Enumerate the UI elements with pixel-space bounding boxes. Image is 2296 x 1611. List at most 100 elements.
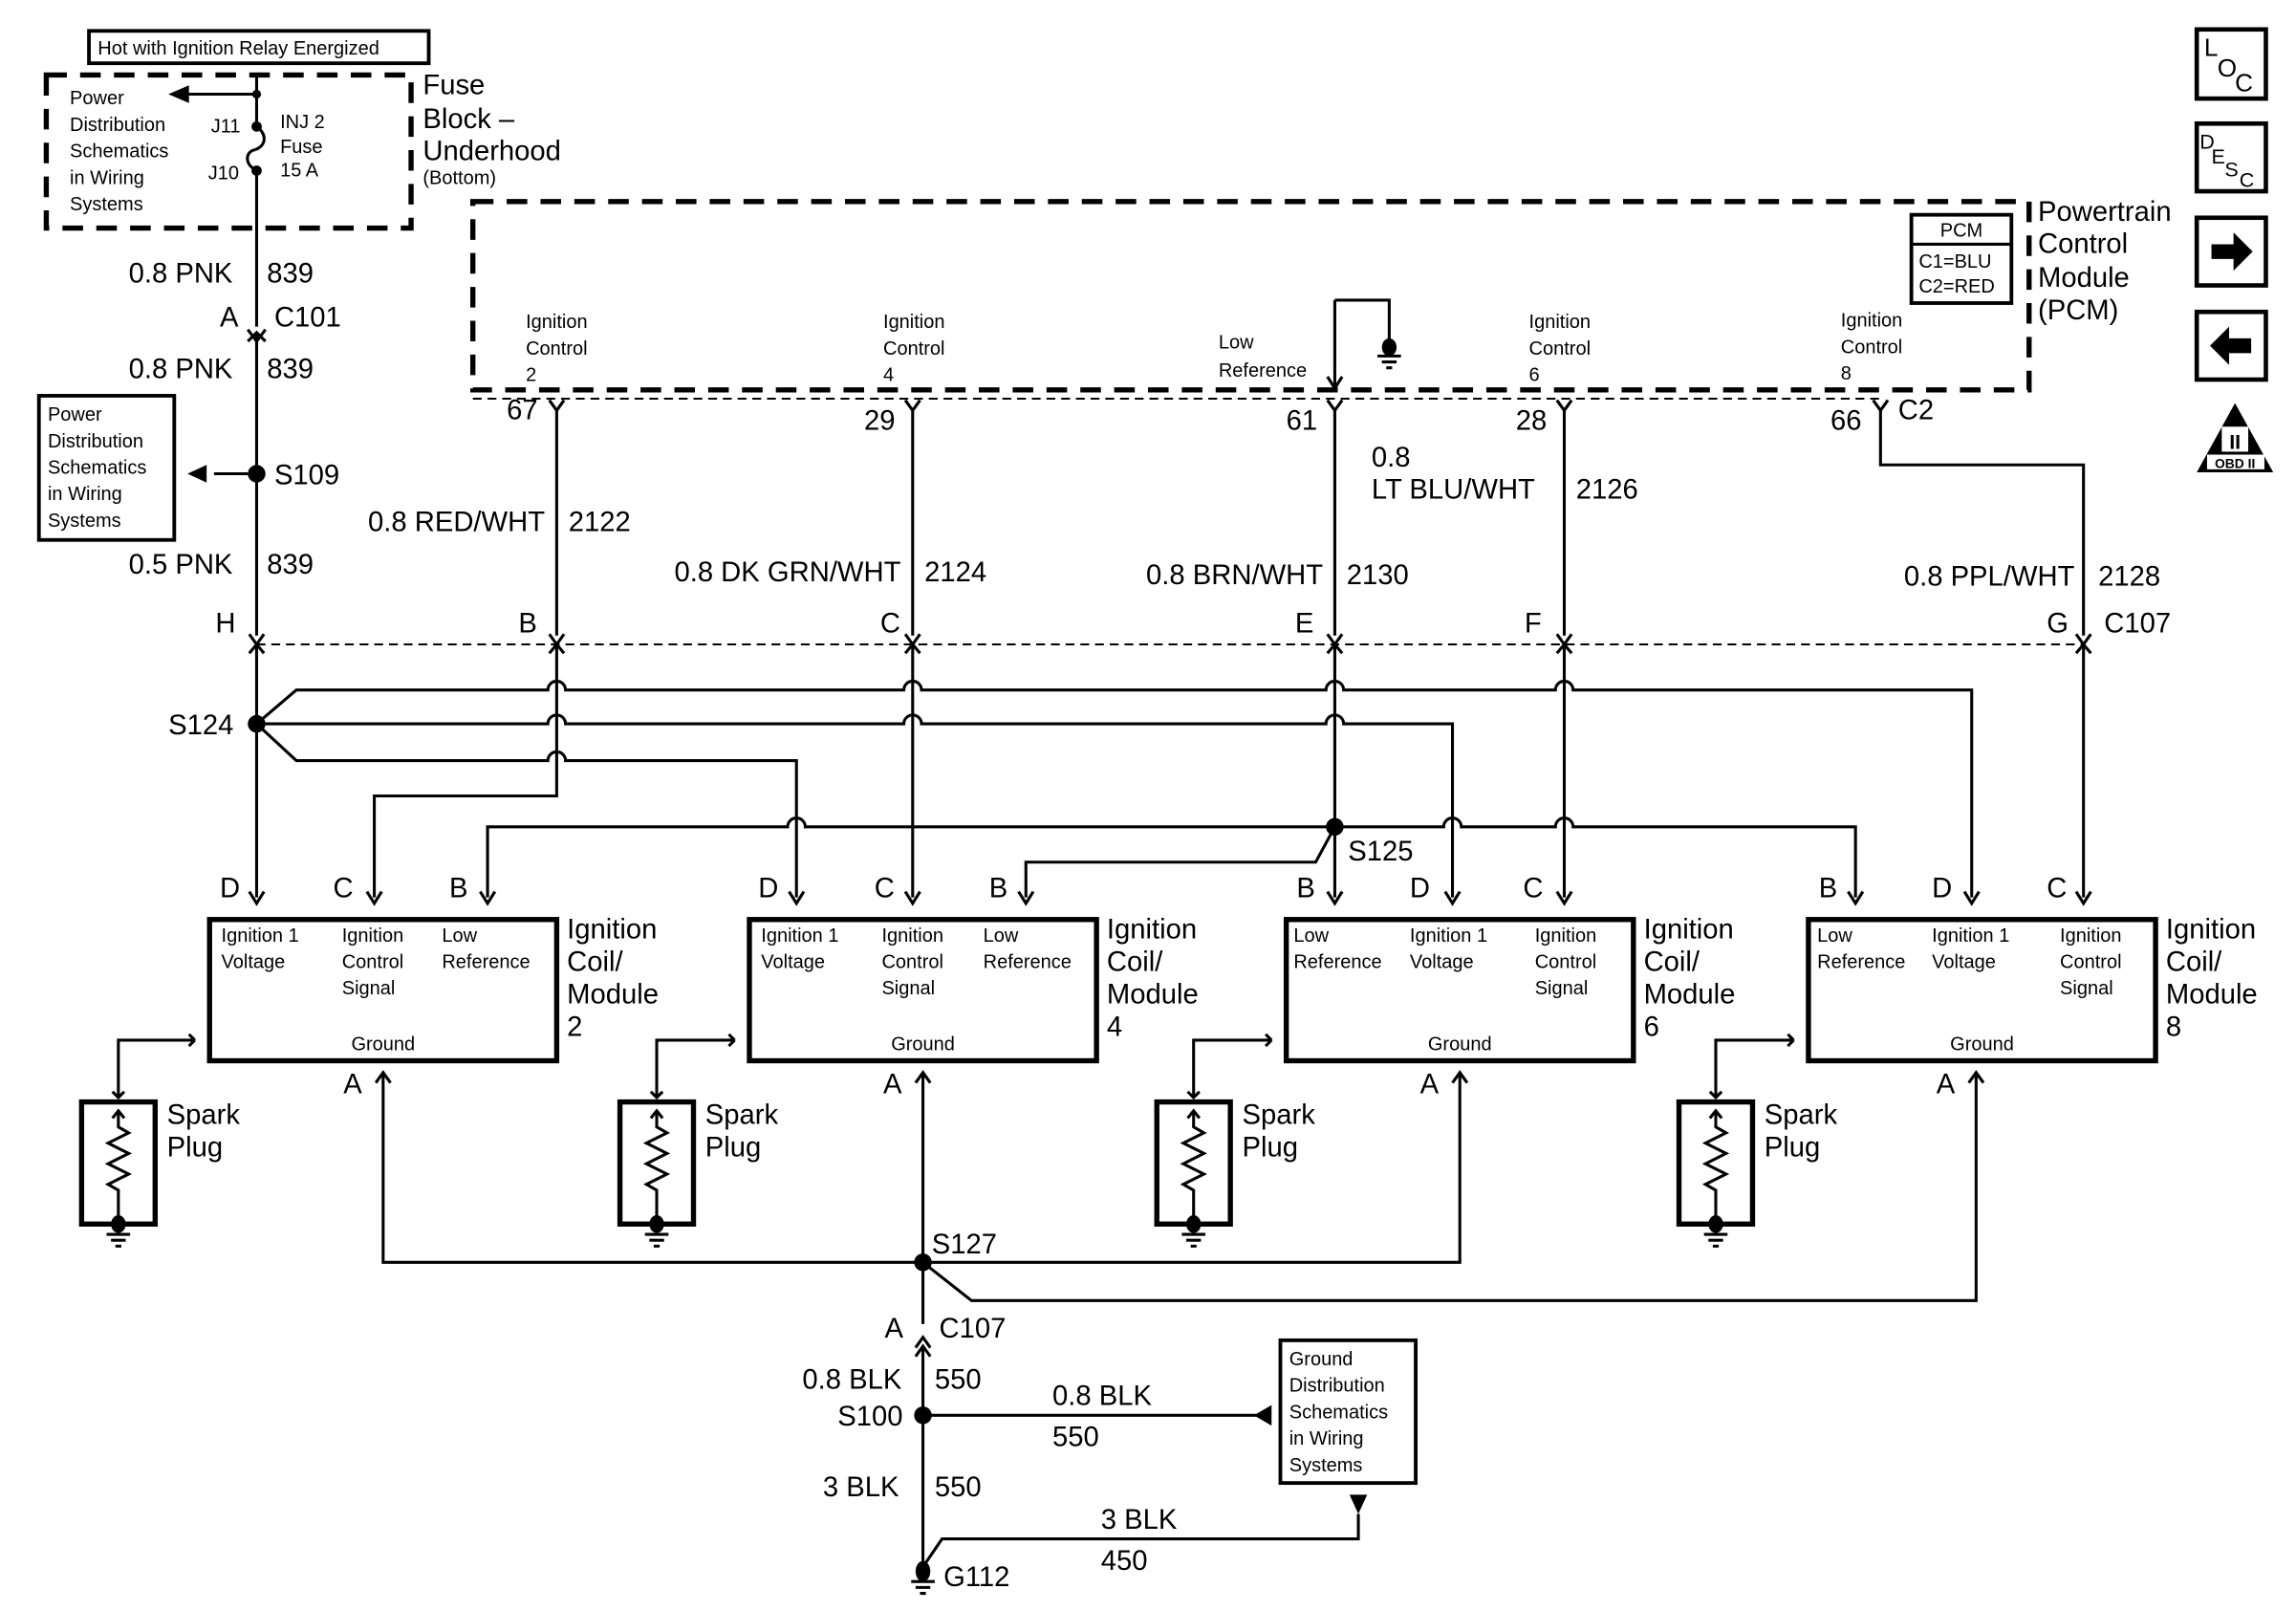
- connector-pin: B: [1296, 874, 1315, 904]
- power-dist-link-3[interactable]: Schematics: [48, 457, 146, 478]
- wire-color-label: 0.5 PNK: [129, 550, 233, 580]
- pcm-title-3: Module: [2038, 263, 2130, 294]
- fuse-block-title-2: Block –: [422, 104, 515, 135]
- coil-module-title: Module: [567, 979, 659, 1010]
- ground-icon: [1703, 1232, 1728, 1248]
- j10-label: J10: [208, 163, 239, 185]
- coil-pin-label: Voltage: [222, 952, 286, 973]
- wire-color-label: LT BLU/WHT: [1372, 475, 1535, 506]
- circuit-number: 839: [267, 550, 314, 580]
- connector-pin: B: [989, 874, 1008, 904]
- feed-circuit: 0.8 PNK 839 A C101 0.8 PNK 839 S109 Powe…: [36, 170, 341, 640]
- spark-plug-label: Plug: [167, 1133, 223, 1164]
- circuit-number: 2128: [2098, 561, 2160, 592]
- spark-plug-label: Plug: [1242, 1133, 1297, 1164]
- pcm-terminal-label: Control: [526, 338, 587, 359]
- coil-pin-label: Ignition 1: [1932, 925, 2009, 947]
- location-button[interactable]: L O C: [2194, 27, 2268, 101]
- connector-c107-label: C107: [2104, 609, 2171, 640]
- coil-pin-label: Low: [442, 925, 477, 947]
- coil-ground-label: Ground: [1950, 1034, 2014, 1056]
- spark-plug: SparkPlug: [1676, 1033, 1838, 1248]
- coil-pin-label: Reference: [442, 952, 530, 973]
- spark-plug: SparkPlug: [1154, 1033, 1315, 1248]
- coil-module-title: Module: [2166, 979, 2258, 1010]
- splice-label: S109: [274, 460, 339, 490]
- connector-pin: A: [1420, 1069, 1440, 1099]
- fuse-label-2: Fuse: [280, 137, 322, 158]
- pcm-terminal-label: Control: [883, 338, 944, 359]
- pcm-legend-c2: C2=RED: [1918, 276, 1994, 297]
- circuit-number: 2122: [569, 508, 631, 538]
- power-dist-link-4[interactable]: in Wiring: [48, 484, 122, 505]
- ground-dist-link-2[interactable]: Distribution: [1289, 1376, 1385, 1397]
- connector-pin: B: [518, 609, 537, 640]
- coil-module-title: 2: [567, 1012, 582, 1042]
- power-dist-link-3[interactable]: Schematics: [70, 142, 168, 163]
- ground-dist-link-4[interactable]: in Wiring: [1289, 1428, 1364, 1449]
- spark-plug-label: Spark: [1242, 1100, 1315, 1131]
- wiring-diagram: Hot with Ignition Relay Energized Fuse B…: [36, 27, 2274, 1596]
- wire-color-label: 0.8 BRN/WHT: [1146, 560, 1323, 591]
- pcm-terminal-label: Control: [1529, 338, 1591, 359]
- spark-plug: SparkPlug: [617, 1033, 779, 1248]
- circuit-number: 550: [935, 1365, 982, 1396]
- pin-number: 67: [507, 396, 538, 426]
- pcm-title: Powertrain: [2038, 197, 2172, 228]
- ground-icon: [1381, 337, 1397, 357]
- pcm-terminal-label: 8: [1841, 363, 1852, 384]
- hot-label-text: Hot with Ignition Relay Energized: [97, 38, 379, 59]
- power-dist-link[interactable]: Power: [70, 88, 124, 109]
- power-dist-link-5[interactable]: Systems: [48, 511, 121, 532]
- power-dist-link-2[interactable]: Distribution: [48, 431, 143, 452]
- spark-plug-label: Spark: [167, 1100, 241, 1131]
- ground-dist-link-5[interactable]: Systems: [1289, 1455, 1363, 1476]
- description-button[interactable]: D E S C: [2194, 120, 2268, 194]
- previous-button[interactable]: [2194, 309, 2268, 382]
- pcm-legend-title: PCM: [1940, 221, 1982, 242]
- circuit-number: 839: [267, 258, 314, 289]
- desc-icon: E: [2212, 145, 2225, 168]
- power-dist-link-4[interactable]: in Wiring: [70, 167, 144, 188]
- ground-dist-link-3[interactable]: Schematics: [1289, 1402, 1388, 1423]
- coil-pin-label: Reference: [984, 952, 1072, 973]
- ground-dist-link[interactable]: Ground: [1289, 1349, 1354, 1370]
- pcm-terminal-label: 2: [526, 365, 536, 386]
- coil-ground-label: Ground: [1428, 1034, 1492, 1056]
- wire-color-label: 0.8: [1372, 443, 1411, 473]
- splice-label: S127: [932, 1230, 997, 1260]
- j11-label: J11: [211, 116, 241, 137]
- coil-pin-label: Ignition: [1535, 925, 1597, 947]
- ignition-coil-module: D Ignition 1 Voltage C Ignition Control Signal…: [617, 874, 1199, 1248]
- circuit-number: 2124: [924, 557, 986, 588]
- power-dist-link[interactable]: Power: [48, 404, 102, 425]
- connector-c101: C101: [274, 303, 341, 334]
- ignition-coil-module: B Low Reference D Ignition 1 Voltage C Ignition…: [1154, 874, 1735, 1248]
- connector-pin: A: [343, 1069, 362, 1099]
- coil-module-title: 4: [1107, 1012, 1122, 1042]
- circuit-number: 2126: [1576, 475, 1638, 506]
- pin-number: 66: [1830, 405, 1862, 436]
- connector-c107: C107: [248, 609, 2171, 657]
- coil-module-title: Ignition: [2166, 915, 2256, 946]
- coil-module-title: Ignition: [1107, 915, 1197, 946]
- obd-ii-button[interactable]: II OBD II: [2197, 403, 2274, 472]
- pcm-wires: 67 29 61 28 66 0.8 RED/WHT 2122 0.8 DK G…: [368, 396, 2160, 640]
- pin-number: 28: [1516, 405, 1548, 436]
- power-dist-link-2[interactable]: Distribution: [70, 115, 165, 136]
- pcm-terminal-label: Ignition: [526, 312, 588, 333]
- connector-pin: D: [220, 874, 240, 904]
- coil-pin-label: Control: [1535, 952, 1596, 973]
- power-dist-link-5[interactable]: Systems: [70, 194, 143, 215]
- spark-plug-label: Spark: [1765, 1100, 1838, 1131]
- desc-icon: C: [2240, 168, 2255, 191]
- fuse-label: INJ 2: [280, 112, 325, 133]
- coil-pin-label: Voltage: [761, 952, 825, 973]
- pcm-terminal-label: Low: [1219, 333, 1254, 354]
- splice-label: S125: [1348, 837, 1413, 867]
- connector-pin: F: [1525, 609, 1542, 640]
- coil-module-title: Ignition: [1644, 915, 1734, 946]
- next-button[interactable]: [2194, 215, 2268, 288]
- harness: S124 S125: [168, 644, 2092, 906]
- wire-color-label: 0.8 BLK: [802, 1365, 901, 1396]
